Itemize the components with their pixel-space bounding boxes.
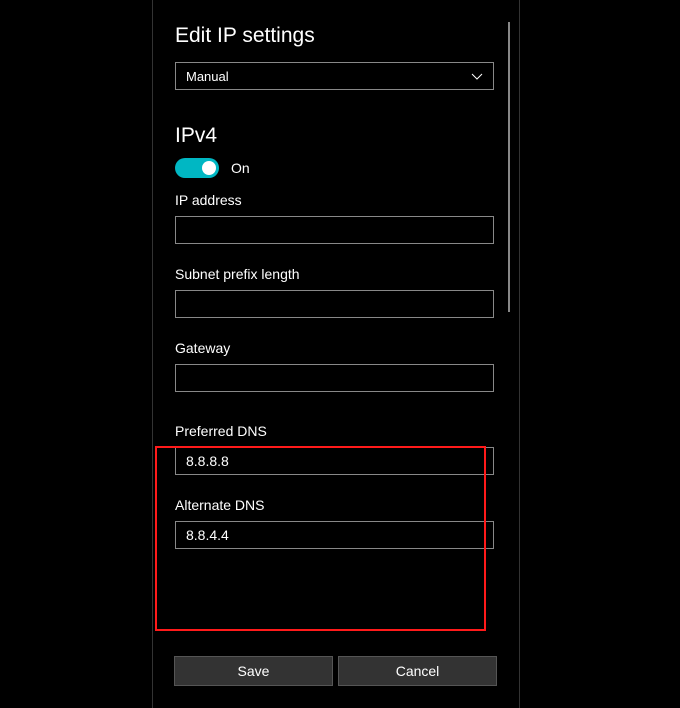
ipv4-toggle[interactable]: [175, 158, 219, 178]
cancel-button[interactable]: Cancel: [338, 656, 497, 686]
alternate-dns-label: Alternate DNS: [175, 497, 494, 513]
save-button[interactable]: Save: [174, 656, 333, 686]
subnet-group: Subnet prefix length: [175, 266, 494, 318]
ip-address-group: IP address: [175, 192, 494, 244]
gateway-label: Gateway: [175, 340, 494, 356]
alternate-dns-input[interactable]: [175, 521, 494, 549]
ipv4-toggle-row: On: [175, 158, 494, 178]
ip-settings-dropdown[interactable]: Manual: [175, 62, 494, 90]
scrollbar[interactable]: [508, 22, 510, 312]
preferred-dns-group: Preferred DNS: [175, 423, 494, 475]
ipv4-heading: IPv4: [175, 124, 494, 148]
preferred-dns-label: Preferred DNS: [175, 423, 494, 439]
gateway-input[interactable]: [175, 364, 494, 392]
gateway-group: Gateway: [175, 340, 494, 392]
subnet-input[interactable]: [175, 290, 494, 318]
page-title: Edit IP settings: [175, 24, 494, 48]
ip-address-input[interactable]: [175, 216, 494, 244]
preferred-dns-input[interactable]: [175, 447, 494, 475]
settings-panel: Edit IP settings Manual IPv4 On IP addre…: [152, 0, 520, 708]
dropdown-selected-value: Manual: [186, 69, 229, 84]
button-row: Save Cancel: [174, 656, 497, 686]
ipv4-toggle-label: On: [231, 160, 250, 176]
alternate-dns-group: Alternate DNS: [175, 497, 494, 549]
chevron-down-icon: [471, 73, 483, 80]
toggle-knob: [202, 161, 216, 175]
ip-address-label: IP address: [175, 192, 494, 208]
dns-section: Preferred DNS Alternate DNS: [175, 414, 494, 549]
subnet-label: Subnet prefix length: [175, 266, 494, 282]
